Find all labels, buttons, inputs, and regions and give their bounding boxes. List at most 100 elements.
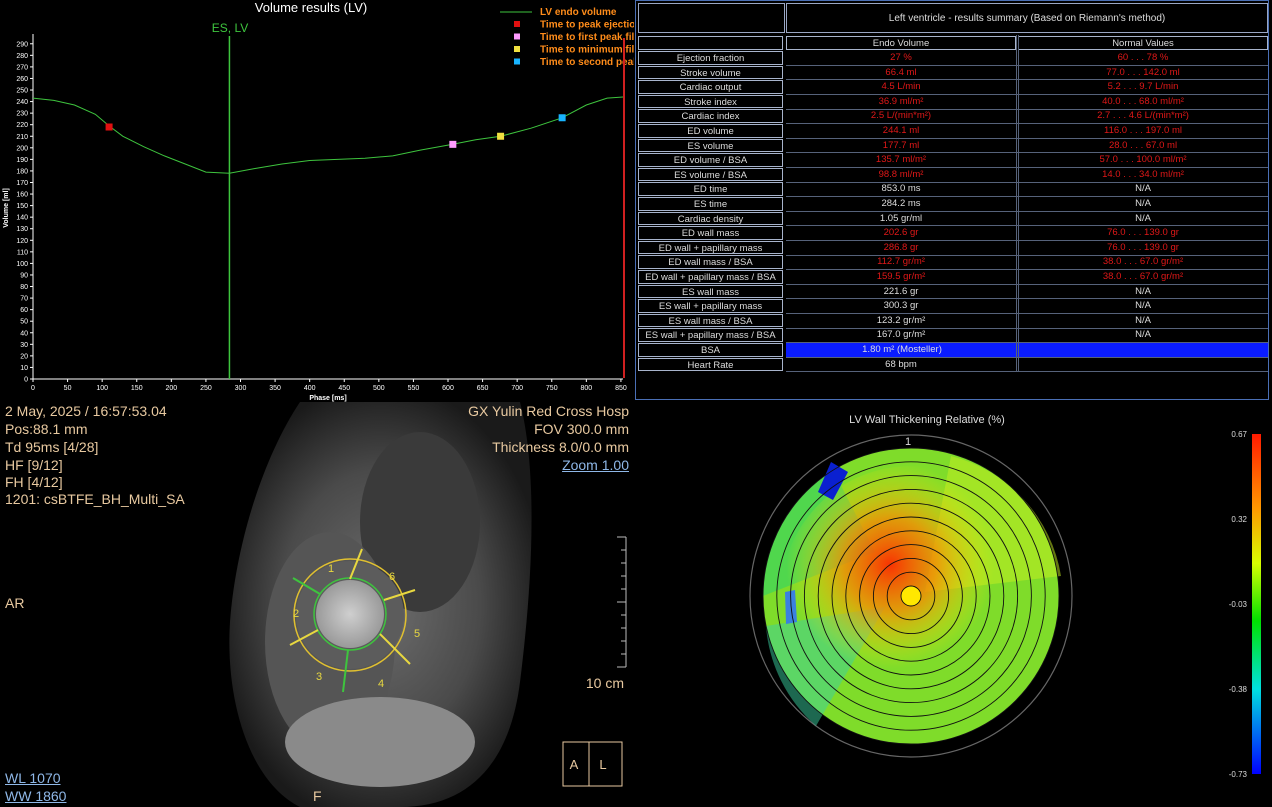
- results-row-label: ED volume / BSA: [638, 153, 783, 167]
- results-row-label: ES volume / BSA: [638, 167, 783, 182]
- results-normal-value: 40.0 . . . 68.0 ml/m²: [1102, 95, 1184, 107]
- zoom-control[interactable]: Zoom 1.00: [562, 457, 629, 473]
- results-row: Stroke index 36.9 ml/m² 40.0 . . . 68.0 ml…: [636, 94, 1268, 110]
- y-tick-label: 120: [16, 238, 28, 245]
- bullseye-top-label: 1: [905, 436, 911, 448]
- results-normal-value: 38.0 . . . 67.0 gr/m²: [1102, 256, 1184, 268]
- results-row-label: ES wall + papillary mass: [638, 299, 783, 313]
- results-endo-value: 244.1 ml: [882, 125, 920, 136]
- results-summary-panel: Left ventricle - results summary (Based …: [635, 0, 1272, 402]
- x-tick-label: 550: [408, 385, 420, 392]
- column-header-endo: Endo Volume: [786, 36, 1016, 50]
- mri-viewport[interactable]: 1 2 3 4 5 6 A L 2 May, 2025 / 16:57:53.0…: [0, 402, 634, 807]
- y-tick-label: 220: [16, 122, 28, 129]
- results-row: ES wall mass / BSA 123.2 gr/m² N/A: [636, 313, 1268, 329]
- results-endo-value: 167.0 gr/m²: [876, 329, 926, 341]
- results-normal-value: 57.0 . . . 100.0 ml/m²: [1099, 154, 1187, 166]
- results-row-label: ED wall mass / BSA: [638, 255, 783, 269]
- results-row: Cardiac density 1.05 gr/ml N/A: [636, 211, 1268, 227]
- mri-image[interactable]: 1 2 3 4 5 6 A L: [0, 402, 634, 807]
- results-row: ED wall mass 202.6 gr 76.0 . . . 139.0 gr: [636, 226, 1268, 241]
- bullseye-plot[interactable]: LV Wall Thickening Relative (%) 1 0.670.…: [635, 402, 1272, 807]
- results-row-label: Ejection fraction: [638, 51, 783, 65]
- results-row: ES volume 177.7 ml 28.0 . . . 67.0 ml: [636, 138, 1268, 154]
- event-marker[interactable]: [558, 114, 566, 122]
- y-axis-label: Volume [ml]: [3, 188, 10, 228]
- y-tick-label: 210: [16, 134, 28, 141]
- x-tick-label: 750: [546, 385, 558, 392]
- results-row-label: ED time: [638, 182, 783, 196]
- y-tick-label: 80: [20, 284, 28, 291]
- legend-entry: Time to first peak filling: [540, 32, 634, 43]
- legend-entry: Time to peak ejection: [540, 20, 634, 31]
- results-row-label: ES time: [638, 197, 783, 211]
- segment-3-label: 3: [316, 671, 322, 683]
- series-line-lv-endo-volume: [32, 96, 624, 174]
- slice-position: Pos:88.1 mm: [5, 421, 88, 437]
- trigger-delay: Td 95ms [4/28]: [5, 439, 99, 455]
- y-tick-label: 280: [16, 53, 28, 60]
- results-normal-value: N/A: [1135, 183, 1151, 195]
- y-tick-label: 190: [16, 157, 28, 164]
- results-row: ED wall mass / BSA 112.7 gr/m² 38.0 . . . …: [636, 255, 1268, 270]
- fh-index: FH [4/12]: [5, 474, 63, 490]
- volume-graph-panel[interactable]: Volume results (LV) ES, LV Volume [ml] P…: [0, 0, 634, 402]
- results-corner-cell: [638, 3, 785, 33]
- y-tick-label: 240: [16, 99, 28, 106]
- results-row-label: Stroke index: [638, 94, 783, 109]
- x-tick-label: 150: [131, 385, 143, 392]
- x-tick-label: 0: [31, 385, 35, 392]
- results-endo-value: 300.3 gr: [883, 300, 919, 312]
- legend-square-swatch: [514, 58, 520, 65]
- orientation-a: A: [570, 757, 579, 772]
- legend-square-swatch: [514, 46, 520, 52]
- x-tick-label: 300: [235, 385, 247, 392]
- x-tick-label: 800: [580, 385, 592, 392]
- y-tick-label: 0: [24, 377, 28, 384]
- bullseye-apex: [900, 585, 922, 607]
- y-tick-label: 100: [16, 261, 28, 268]
- y-tick-label: 140: [16, 215, 28, 222]
- volume-chart[interactable]: Volume results (LV) ES, LV Volume [ml] P…: [0, 0, 634, 402]
- bullseye-panel[interactable]: LV Wall Thickening Relative (%) 1 0.67 0.…: [635, 402, 1272, 807]
- results-normal-value: N/A: [1135, 285, 1151, 297]
- results-endo-value: 1.05 gr/ml: [879, 212, 923, 224]
- results-row-label: Stroke volume: [638, 65, 783, 80]
- results-endo-value: 853.0 ms: [881, 183, 921, 195]
- results-row-label: ES wall + papillary mass / BSA: [638, 328, 783, 342]
- results-row-label: ED volume: [638, 124, 783, 138]
- results-normal-value: N/A: [1135, 329, 1151, 341]
- legend-entry: LV endo volume: [540, 7, 617, 18]
- event-marker[interactable]: [105, 123, 113, 131]
- results-row-label: ED wall mass: [638, 226, 783, 240]
- bottom-orientation-label: F: [313, 788, 322, 804]
- results-row-label: ES volume: [638, 138, 783, 153]
- study-datetime: 2 May, 2025 / 16:57:53.04: [5, 403, 167, 419]
- x-tick-label: 200: [165, 385, 177, 392]
- y-tick-label: 230: [16, 111, 28, 118]
- y-tick-label: 60: [20, 307, 28, 314]
- window-level-control[interactable]: WL 1070: [5, 770, 61, 786]
- orientation-label: AR: [5, 595, 25, 611]
- colorbar-tick-label: -0.73: [1229, 770, 1248, 779]
- results-header-row: Endo Volume Normal Values: [636, 36, 1268, 51]
- results-endo-value: 66.4 ml: [885, 66, 917, 78]
- x-tick-label: 100: [96, 385, 108, 392]
- x-tick-label: 600: [442, 385, 454, 392]
- y-tick-label: 160: [16, 192, 28, 199]
- results-title: Left ventricle - results summary (Based …: [786, 3, 1268, 33]
- results-row: ES time 284.2 ms N/A: [636, 197, 1268, 212]
- results-row: Heart Rate 68 bpm: [636, 357, 1268, 373]
- y-tick-label: 30: [20, 342, 28, 349]
- event-marker[interactable]: [497, 132, 505, 140]
- y-tick-label: 200: [16, 145, 28, 152]
- x-tick-label: 50: [64, 385, 72, 392]
- results-endo-value: 286.8 gr: [883, 241, 919, 253]
- y-tick-label: 20: [20, 353, 28, 360]
- event-marker[interactable]: [449, 140, 457, 148]
- results-row: ED time 853.0 ms N/A: [636, 182, 1268, 197]
- results-normal-value: 77.0 . . . 142.0 ml: [1106, 66, 1180, 78]
- results-row-divider: [786, 371, 1268, 373]
- window-width-control[interactable]: WW 1860: [5, 788, 66, 804]
- segment-6-label: 6: [389, 571, 395, 583]
